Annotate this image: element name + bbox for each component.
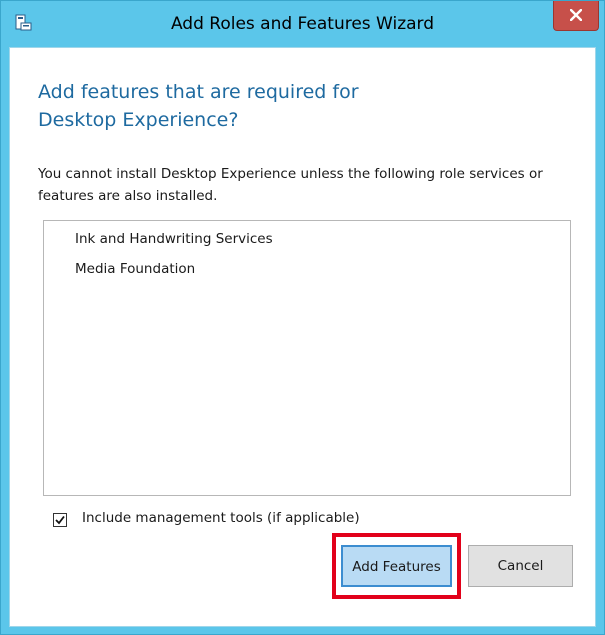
close-icon bbox=[570, 9, 582, 21]
dialog-description: You cannot install Desktop Experience un… bbox=[38, 166, 543, 204]
include-management-tools-label[interactable]: Include management tools (if applicable) bbox=[82, 510, 360, 526]
dialog-heading: Add features that are required for Deskt… bbox=[38, 81, 359, 131]
include-management-tools-checkbox[interactable] bbox=[53, 513, 67, 527]
dialog-content: Add features that are required for Deskt… bbox=[9, 47, 596, 627]
list-item: Ink and Handwriting Services bbox=[75, 231, 273, 247]
add-features-button[interactable]: Add Features bbox=[341, 545, 452, 587]
close-button[interactable] bbox=[553, 1, 599, 31]
title-bar[interactable]: Add Roles and Features Wizard bbox=[1, 1, 604, 47]
wizard-window: Add Roles and Features Wizard Add featur… bbox=[0, 0, 605, 635]
window-title: Add Roles and Features Wizard bbox=[170, 14, 435, 34]
required-features-list[interactable]: Ink and Handwriting Services Media Found… bbox=[43, 220, 571, 496]
cancel-button[interactable]: Cancel bbox=[468, 545, 573, 587]
list-item: Media Foundation bbox=[75, 261, 196, 277]
checkmark-icon bbox=[55, 515, 65, 525]
